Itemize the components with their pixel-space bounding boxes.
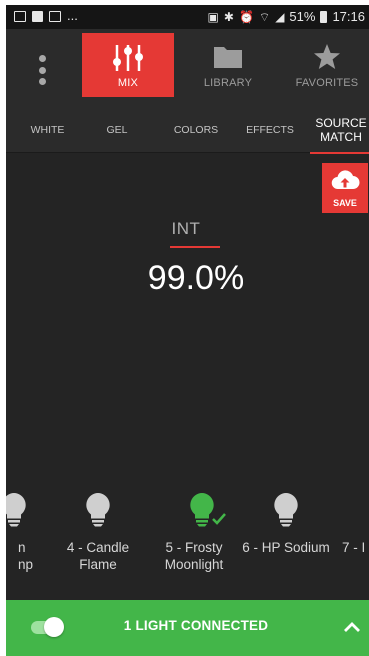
intensity-value[interactable]: 99.0% (116, 259, 276, 298)
subtab-colors-label: COLORS (173, 124, 219, 136)
signal-icon: ◢ (275, 9, 285, 24)
app-notification-icon (32, 10, 43, 22)
app-screen: ... ▣ ✱ ⏰ ⌔ ◢ 51% 17:16 MIX LIBRARY FAVO… (6, 5, 369, 656)
subtab-source-match-label: SOURCE MATCH (315, 116, 366, 144)
status-bar: ... ▣ ✱ ⏰ ⌔ ◢ 51% 17:16 (6, 5, 369, 29)
menu-dot (38, 78, 46, 85)
subtab-colors[interactable]: COLORS (166, 107, 226, 153)
more-notifications-ellipsis: ... (67, 8, 78, 23)
cloud-upload-icon (331, 170, 360, 190)
connection-status-label: 1 LIGHT CONNECTED (123, 618, 269, 633)
tab-mix[interactable]: MIX (82, 33, 174, 97)
menu-dot (38, 66, 46, 74)
image-notification-icon (14, 10, 26, 22)
subtab-white-label: WHITE (30, 124, 65, 136)
preset-name-line1: 4 - Candle (66, 540, 130, 555)
tab-library-label: LIBRARY (203, 77, 253, 89)
intensity-divider (170, 246, 220, 248)
preset-name-line2: Flame (79, 557, 117, 572)
preset-name-line1: 7 - I (342, 540, 366, 555)
battery-percent: 51% (289, 9, 316, 24)
bulb-icon (271, 491, 301, 527)
subtab-source-match-line2: MATCH (320, 130, 362, 144)
clock: 17:16 (332, 9, 365, 24)
subtab-source-match-line1: SOURCE (315, 116, 367, 130)
screenshot-icon: ▣ (207, 9, 219, 24)
folder-icon (214, 47, 242, 68)
mail-notification-icon (49, 10, 61, 22)
sliders-icon (113, 45, 143, 71)
preset-item[interactable]: 7 - I (342, 491, 369, 556)
preset-item[interactable]: 4 - Candle Flame (50, 491, 146, 573)
subtab-source-match[interactable]: SOURCE MATCH (310, 107, 369, 154)
preset-item[interactable]: 6 - HP Sodium (238, 491, 334, 556)
subtab-gel[interactable]: GEL (92, 107, 142, 153)
status-bar-system: ▣ ✱ ⏰ ⌔ ◢ 51% 17:16 (208, 9, 365, 24)
tab-favorites-label: FAVORITES (295, 77, 359, 89)
preset-item-selected[interactable]: 5 - Frosty Moonlight (146, 491, 242, 573)
tab-mix-label: MIX (117, 77, 139, 89)
subtab-white[interactable]: WHITE (20, 107, 75, 153)
overflow-menu-button[interactable] (30, 55, 54, 85)
star-icon (314, 44, 340, 69)
save-button-label: SAVE (333, 198, 357, 208)
battery-icon (320, 10, 328, 23)
connection-bar[interactable]: 1 LIGHT CONNECTED (6, 600, 369, 656)
subtab-effects-label: EFFECTS (246, 124, 294, 136)
toggle-knob (44, 617, 64, 637)
intensity-label: INT (171, 219, 201, 238)
preset-name-line1: 6 - HP Sodium (242, 540, 330, 555)
preset-name-line2: Moonlight (164, 557, 224, 572)
connection-toggle[interactable] (31, 616, 65, 638)
top-nav: MIX LIBRARY FAVORITES (6, 29, 369, 107)
preset-name-line1: 5 - Frosty (165, 540, 223, 555)
tab-library[interactable]: LIBRARY (182, 33, 274, 97)
mix-sub-tabs: WHITE GEL COLORS EFFECTS SOURCE MATCH (6, 107, 369, 154)
bulb-selected-icon (179, 491, 226, 527)
subtab-gel-label: GEL (106, 124, 128, 136)
chevron-up-icon[interactable] (343, 618, 361, 636)
wifi-icon: ⌔ (258, 9, 271, 24)
save-button[interactable]: SAVE (322, 163, 368, 213)
alarm-icon: ⏰ (238, 9, 254, 24)
tab-favorites[interactable]: FAVORITES (282, 33, 369, 97)
bulb-icon (6, 491, 29, 527)
bluetooth-icon: ✱ (223, 9, 234, 24)
menu-dot (38, 55, 46, 62)
bulb-icon (83, 491, 113, 527)
subtab-effects[interactable]: EFFECTS (241, 107, 299, 153)
status-bar-notifications: ... (14, 9, 78, 23)
